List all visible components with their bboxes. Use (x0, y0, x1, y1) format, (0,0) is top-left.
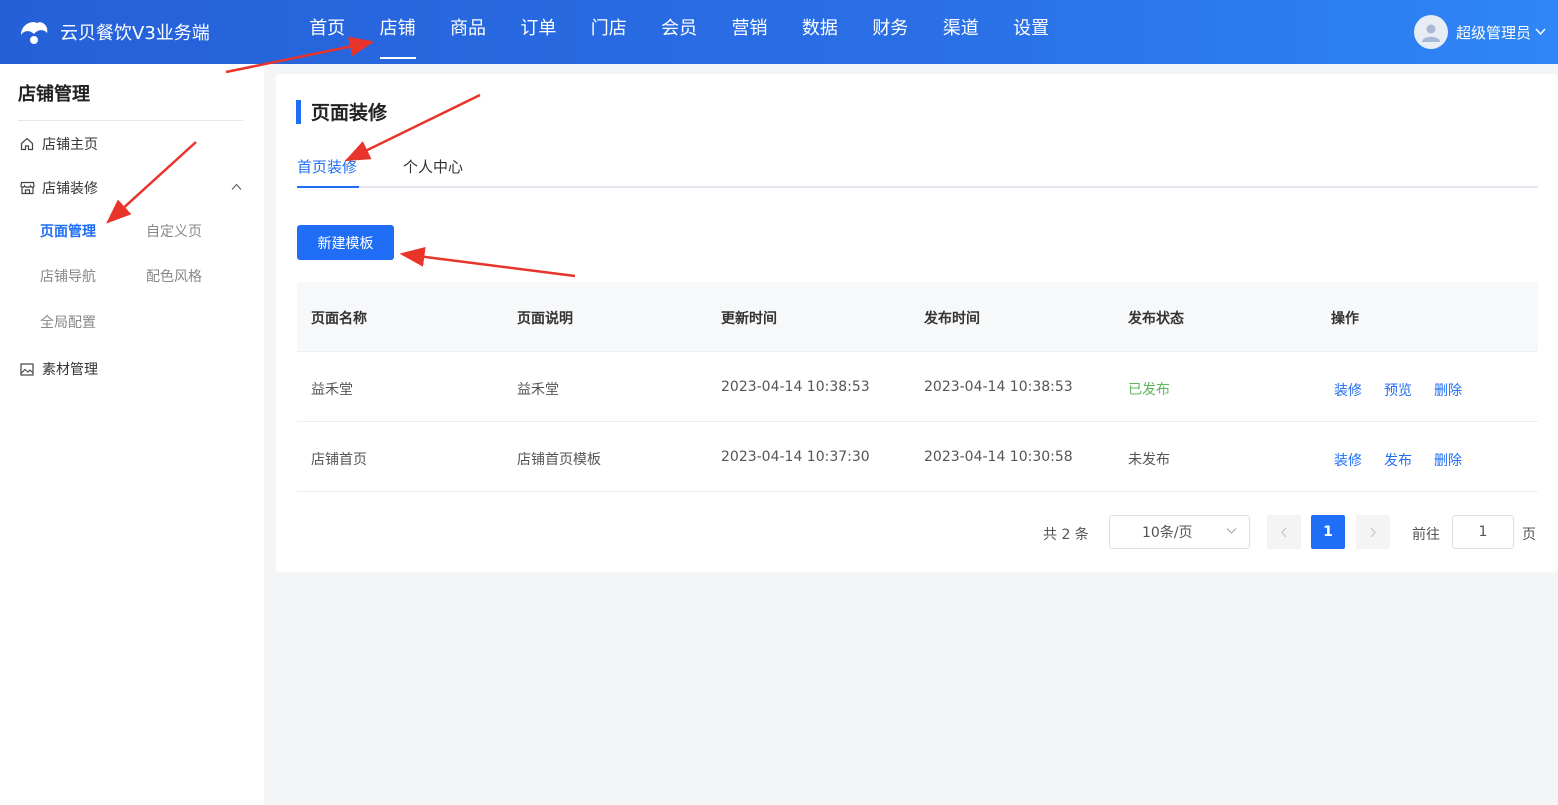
column-header: 更新时间 (721, 311, 777, 327)
status-badge: 已发布 (1128, 382, 1170, 398)
chevron-down-icon (1226, 525, 1237, 538)
sidebar-item-store-home[interactable]: 店铺主页 (18, 134, 98, 154)
user-icon (1421, 24, 1440, 42)
app-title: 云贝餐饮V3业务端 (60, 23, 210, 44)
sidebar-item-label: 店铺主页 (42, 137, 98, 153)
topnav-item-settings[interactable]: 设置 (996, 0, 1066, 64)
sidebar: 店铺管理 店铺主页 店铺装修 页面管理 自定义页 店铺导航 配色风格 全局配置 … (0, 64, 264, 805)
brand[interactable]: 云贝餐饮V3业务端 (18, 0, 210, 64)
chevron-down-icon[interactable] (1535, 26, 1546, 39)
store-icon (18, 179, 36, 197)
cell-page-name: 益禾堂 (311, 382, 353, 398)
user-name: 超级管理员 (1455, 23, 1531, 42)
topnav-item-marketing[interactable]: 营销 (714, 0, 784, 64)
home-icon (18, 135, 36, 153)
topnav-item-channels[interactable]: 渠道 (926, 0, 996, 64)
sidebar-item-label: 素材管理 (42, 362, 98, 378)
status-badge: 未发布 (1128, 452, 1170, 468)
delete-link[interactable]: 删除 (1434, 380, 1462, 400)
pagination-total: 共 2 条 (1043, 527, 1089, 543)
tab-home-decor[interactable]: 首页装修 (297, 156, 357, 177)
cell-published-time: 2023-04-14 10:38:53 (924, 379, 1073, 395)
preview-link[interactable]: 预览 (1384, 380, 1412, 400)
topnav-item-members[interactable]: 会员 (644, 0, 714, 64)
top-nav: 首页 店铺 商品 订单 门店 会员 营销 数据 财务 渠道 设置 (292, 0, 1066, 64)
sidebar-sub-color-style[interactable]: 配色风格 (146, 266, 202, 286)
cell-published-time: 2023-04-14 10:30:58 (924, 449, 1073, 465)
page-size-select[interactable]: 10条/页 (1109, 515, 1250, 549)
sidebar-title: 店铺管理 (18, 84, 90, 105)
decorate-link[interactable]: 装修 (1334, 450, 1362, 470)
cell-page-desc: 益禾堂 (517, 382, 559, 398)
topnav-item-orders[interactable]: 订单 (503, 0, 573, 64)
sidebar-sub-page-manage[interactable]: 页面管理 (40, 221, 96, 241)
table-row: 店铺首页 店铺首页模板 2023-04-14 10:37:30 2023-04-… (297, 422, 1538, 492)
goto-unit: 页 (1522, 527, 1536, 543)
tab-personal-center[interactable]: 个人中心 (403, 156, 463, 177)
table-row: 益禾堂 益禾堂 2023-04-14 10:38:53 2023-04-14 1… (297, 352, 1538, 422)
sidebar-sub-custom-page[interactable]: 自定义页 (146, 221, 202, 241)
cell-page-desc: 店铺首页模板 (517, 452, 601, 468)
delete-link[interactable]: 删除 (1434, 450, 1462, 470)
cell-page-name: 店铺首页 (311, 452, 367, 468)
next-page-button[interactable] (1356, 515, 1390, 549)
cell-updated-time: 2023-04-14 10:38:53 (721, 379, 870, 395)
column-header: 页面说明 (517, 311, 573, 327)
sidebar-sub-global-config[interactable]: 全局配置 (40, 312, 96, 332)
column-header: 操作 (1331, 311, 1359, 327)
pages-table: 页面名称 页面说明 更新时间 发布时间 发布状态 操作 益禾堂 益禾堂 2023… (297, 282, 1538, 492)
user-menu[interactable]: 超级管理员 (1413, 0, 1546, 64)
active-tab-indicator (297, 186, 359, 188)
tabs: 首页装修 个人中心 (297, 146, 1538, 188)
decorate-link[interactable]: 装修 (1334, 380, 1362, 400)
page-heading: 页面装修 (296, 98, 387, 125)
cell-updated-time: 2023-04-14 10:37:30 (721, 449, 870, 465)
avatar[interactable] (1413, 15, 1448, 49)
column-header: 发布状态 (1128, 311, 1184, 327)
chevron-left-icon (1281, 527, 1287, 537)
topnav-item-goods[interactable]: 商品 (433, 0, 503, 64)
sidebar-divider (18, 120, 243, 121)
cloud-logo-icon (18, 16, 50, 48)
content-card: 页面装修 首页装修 个人中心 新建模板 页面名称 页面说明 更新时间 发布时间 … (276, 74, 1558, 572)
publish-link[interactable]: 发布 (1384, 450, 1412, 470)
new-template-button[interactable]: 新建模板 (297, 225, 394, 260)
column-header: 发布时间 (924, 311, 980, 327)
page-number-button[interactable]: 1 (1311, 515, 1345, 549)
page-title: 页面装修 (311, 102, 388, 124)
prev-page-button[interactable] (1267, 515, 1301, 549)
topnav-item-finance[interactable]: 财务 (855, 0, 925, 64)
image-icon (18, 360, 36, 378)
sidebar-item-assets[interactable]: 素材管理 (18, 359, 98, 379)
heading-accent-bar (296, 99, 301, 124)
sidebar-sub-store-nav[interactable]: 店铺导航 (40, 266, 96, 286)
goto-page-input[interactable] (1452, 515, 1514, 549)
chevron-up-icon[interactable] (231, 180, 242, 194)
topnav-item-data[interactable]: 数据 (785, 0, 855, 64)
topnav-item-store[interactable]: 店铺 (362, 0, 432, 64)
topnav-item-shops[interactable]: 门店 (574, 0, 644, 64)
column-header: 页面名称 (311, 311, 367, 327)
goto-label: 前往 (1412, 527, 1440, 543)
sidebar-item-store-decor[interactable]: 店铺装修 (18, 178, 98, 198)
table-header: 页面名称 页面说明 更新时间 发布时间 发布状态 操作 (297, 282, 1538, 352)
top-bar: 云贝餐饮V3业务端 首页 店铺 商品 订单 门店 会员 营销 数据 财务 渠道 … (0, 0, 1558, 64)
topnav-item-home[interactable]: 首页 (292, 0, 362, 64)
page-size-value: 10条/页 (1142, 525, 1193, 541)
sidebar-item-label: 店铺装修 (42, 181, 98, 197)
chevron-right-icon (1370, 527, 1376, 537)
